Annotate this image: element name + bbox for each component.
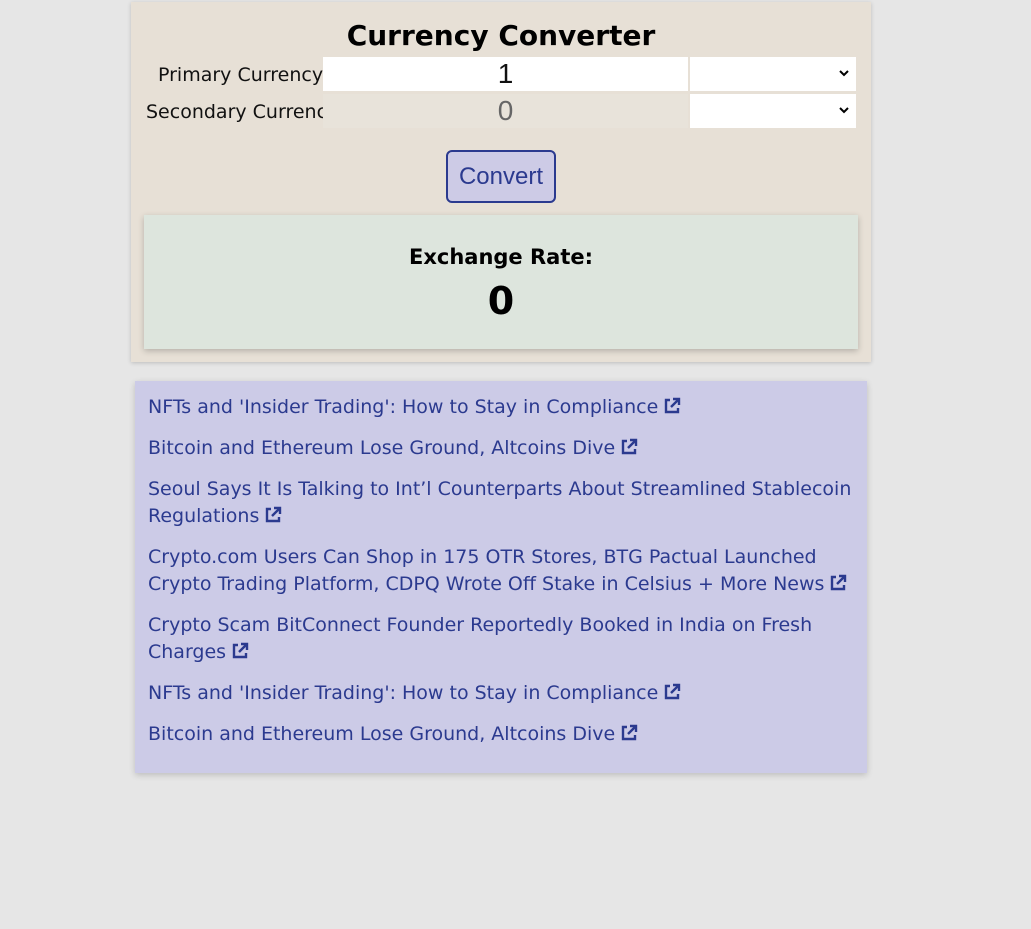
external-link-icon (232, 642, 249, 659)
chevron-down-icon (839, 70, 849, 77)
news-link-title: Bitcoin and Ethereum Lose Ground, Altcoi… (148, 437, 616, 459)
news-link[interactable]: Crypto Scam BitConnect Founder Reportedl… (148, 612, 855, 666)
primary-currency-select[interactable] (690, 57, 856, 91)
news-list: NFTs and 'Insider Trading': How to Stay … (135, 381, 867, 773)
chevron-down-icon (839, 107, 849, 114)
convert-button[interactable]: Convert (446, 150, 556, 203)
secondary-currency-select[interactable] (690, 94, 856, 128)
external-link-icon (622, 724, 638, 741)
exchange-rate-value: 0 (487, 279, 515, 323)
external-link-icon (622, 438, 638, 455)
news-link[interactable]: Bitcoin and Ethereum Lose Ground, Altcoi… (148, 721, 855, 748)
external-link-icon (266, 506, 282, 523)
primary-currency-label: Primary Currency (158, 64, 324, 86)
news-link[interactable]: NFTs and 'Insider Trading': How to Stay … (148, 680, 855, 707)
news-link[interactable]: Bitcoin and Ethereum Lose Ground, Altcoi… (148, 435, 855, 462)
news-link-title: NFTs and 'Insider Trading': How to Stay … (148, 396, 659, 418)
exchange-rate-label: Exchange Rate: (408, 245, 594, 269)
news-link[interactable]: Crypto.com Users Can Shop in 175 OTR Sto… (148, 544, 855, 598)
secondary-amount-input[interactable]: 0 (323, 94, 688, 128)
secondary-currency-label: Secondary Currency (146, 101, 339, 123)
external-link-icon (665, 683, 681, 700)
news-link-title: Crypto.com Users Can Shop in 175 OTR Sto… (148, 546, 825, 595)
primary-amount-input[interactable]: 1 (323, 57, 688, 91)
news-link-title: Seoul Says It Is Talking to Int’l Counte… (148, 478, 852, 527)
currency-converter-panel: Currency Converter Primary Currency 1 Se… (131, 2, 871, 362)
news-link-title: Bitcoin and Ethereum Lose Ground, Altcoi… (148, 723, 616, 745)
page-title: Currency Converter (346, 19, 656, 52)
exchange-rate-box: Exchange Rate: 0 (144, 215, 858, 349)
external-link-icon (665, 397, 681, 414)
external-link-icon (831, 574, 847, 591)
news-link[interactable]: NFTs and 'Insider Trading': How to Stay … (148, 394, 855, 421)
news-link[interactable]: Seoul Says It Is Talking to Int’l Counte… (148, 476, 855, 530)
news-link-title: NFTs and 'Insider Trading': How to Stay … (148, 682, 659, 704)
